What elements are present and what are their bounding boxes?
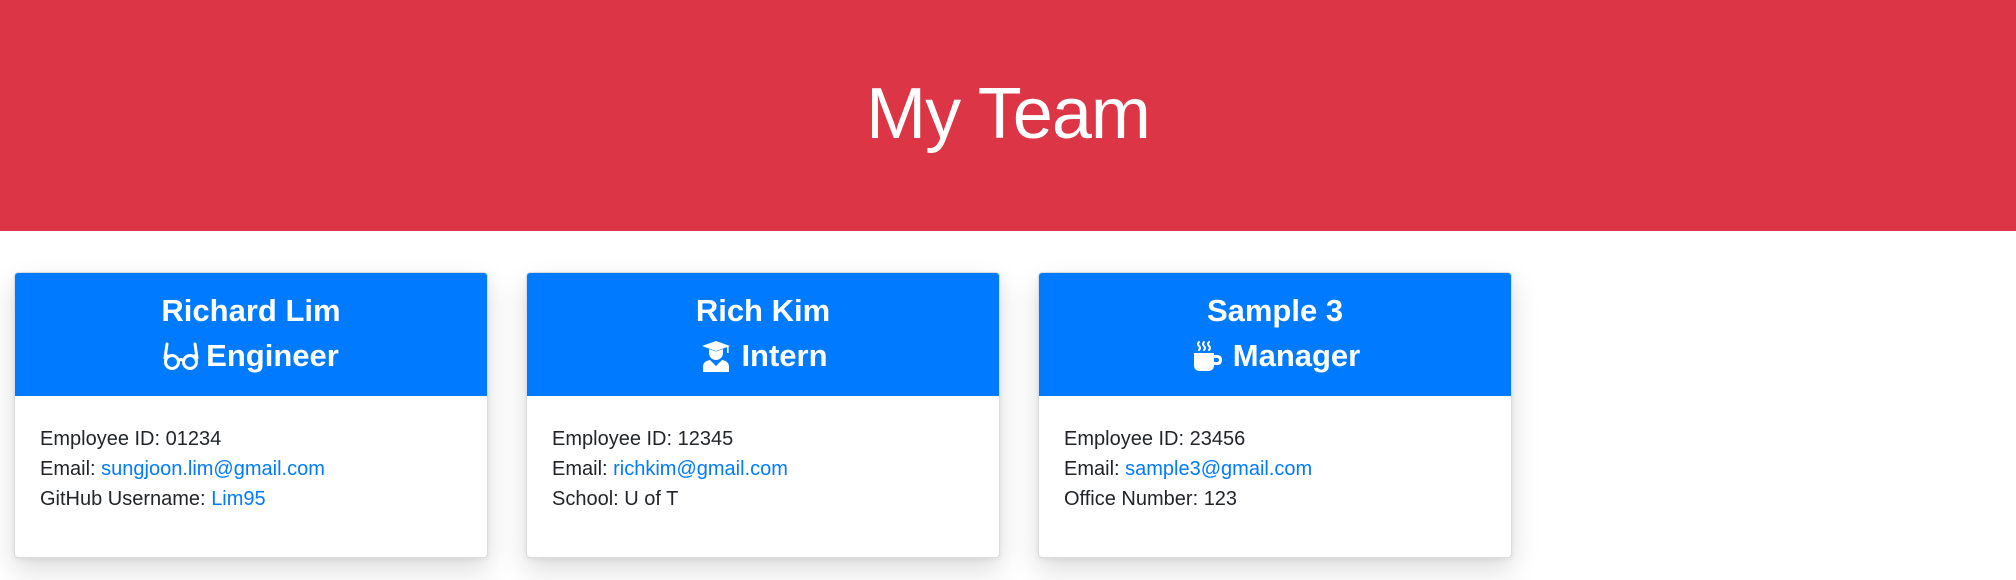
card-body: Employee ID: 12345 Email: richkim@gmail.… (527, 396, 999, 514)
employee-id-label: Employee ID: (40, 428, 161, 450)
employee-card-engineer: Richard Lim Engineer Employee ID: 01234 (14, 272, 488, 558)
employee-role: Manager (1039, 333, 1511, 379)
team-header-banner: My Team (0, 0, 2016, 231)
employee-card-manager: Sample 3 Manager Employee ID: 23456 Emai… (1038, 272, 1512, 558)
card-body: Employee ID: 23456 Email: sample3@gmail.… (1039, 396, 1511, 514)
employee-id-value: 12345 (677, 428, 734, 450)
office-number-row: Office Number: 123 (1064, 484, 1486, 514)
email-row: Email: sample3@gmail.com (1064, 454, 1486, 484)
email-label: Email: (1064, 458, 1120, 480)
employee-name: Rich Kim (695, 293, 831, 328)
office-number-value: 123 (1203, 488, 1238, 510)
coffee-mug-icon (1190, 339, 1226, 373)
employee-name: Richard Lim (161, 293, 341, 328)
glasses-icon (163, 339, 199, 373)
email-row: Email: sungjoon.lim@gmail.com (40, 454, 462, 484)
employee-role: Engineer (15, 333, 487, 379)
office-number-label: Office Number: (1064, 488, 1199, 510)
employee-id-row: Employee ID: 12345 (552, 424, 974, 454)
github-row: GitHub Username: Lim95 (40, 484, 462, 514)
employee-id-label: Employee ID: (1064, 428, 1185, 450)
graduate-icon (698, 339, 734, 373)
card-body: Employee ID: 01234 Email: sungjoon.lim@g… (15, 396, 487, 514)
employee-id-value: 23456 (1189, 428, 1246, 450)
school-label: School: (552, 488, 619, 510)
employee-id-row: Employee ID: 23456 (1064, 424, 1486, 454)
card-header: Rich Kim Intern (527, 273, 999, 396)
card-header: Richard Lim Engineer (15, 273, 487, 396)
employee-name: Sample 3 (1206, 293, 1344, 328)
card-header: Sample 3 Manager (1039, 273, 1511, 396)
school-row: School: U of T (552, 484, 974, 514)
role-label: Intern (741, 338, 828, 373)
github-link[interactable]: Lim95 (211, 488, 265, 510)
email-link[interactable]: sample3@gmail.com (1125, 458, 1312, 480)
role-label: Engineer (206, 338, 339, 373)
employee-id-row: Employee ID: 01234 (40, 424, 462, 454)
role-label: Manager (1232, 338, 1361, 373)
github-label: GitHub Username: (40, 488, 206, 510)
employee-id-label: Employee ID: (552, 428, 673, 450)
page-title: My Team (866, 73, 1151, 154)
email-row: Email: richkim@gmail.com (552, 454, 974, 484)
employee-card-intern: Rich Kim Intern Employee ID: 12345 Email… (526, 272, 1000, 558)
email-link[interactable]: richkim@gmail.com (613, 458, 788, 480)
email-link[interactable]: sungjoon.lim@gmail.com (101, 458, 325, 480)
school-value: U of T (624, 488, 679, 510)
employee-id-value: 01234 (165, 428, 222, 450)
email-label: Email: (552, 458, 608, 480)
employee-role: Intern (527, 333, 999, 379)
email-label: Email: (40, 458, 96, 480)
